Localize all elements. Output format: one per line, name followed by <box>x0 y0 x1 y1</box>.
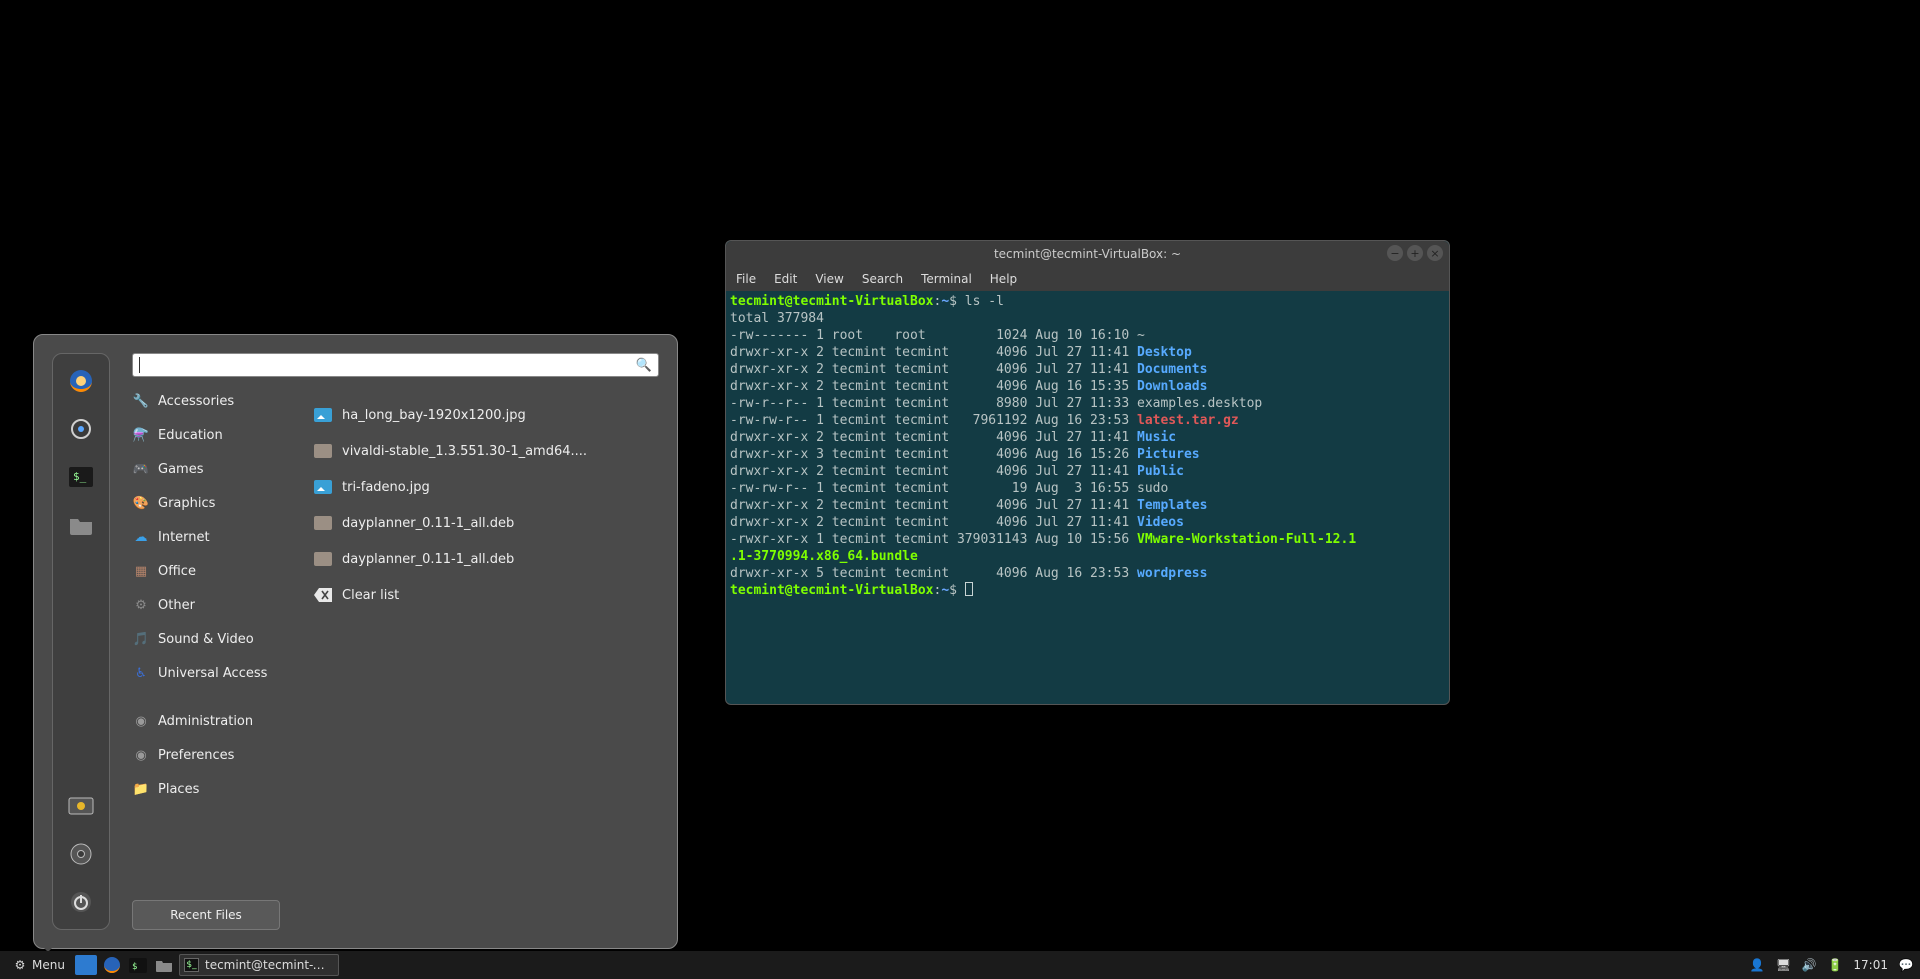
folder-icon <box>155 958 173 972</box>
category-education[interactable]: ⚗️Education <box>132 418 290 452</box>
category-icon: ◉ <box>132 746 150 764</box>
category-icon: 🔧 <box>132 392 150 410</box>
show-desktop-button[interactable] <box>75 954 97 976</box>
category-icon: ⚗️ <box>132 426 150 444</box>
search-icon: 🔍 <box>636 358 652 373</box>
menu-button-label: Menu <box>32 958 65 972</box>
notifications-icon[interactable]: 💬 <box>1898 957 1914 973</box>
category-universal-access[interactable]: ♿Universal Access <box>132 656 290 690</box>
menu-edit[interactable]: Edit <box>774 272 797 286</box>
svg-text:$_: $_ <box>73 470 87 483</box>
package-icon <box>314 444 332 458</box>
launcher-files[interactable] <box>153 954 175 976</box>
gear-icon: ⚙ <box>12 957 28 973</box>
recent-item[interactable]: ha_long_bay-1920x1200.jpg <box>314 397 659 433</box>
image-icon <box>314 408 332 422</box>
fav-terminal[interactable]: $_ <box>66 462 96 492</box>
category-internet[interactable]: ☁Internet <box>132 520 290 554</box>
terminal-icon: $_ <box>69 467 93 487</box>
category-preferences[interactable]: ◉Preferences <box>132 738 290 772</box>
category-icon: 🎮 <box>132 460 150 478</box>
category-administration[interactable]: ◉Administration <box>132 704 290 738</box>
folder-icon <box>69 515 93 535</box>
terminal-output[interactable]: tecmint@tecmint-VirtualBox:~$ ls -l tota… <box>726 291 1449 704</box>
menu-help[interactable]: Help <box>990 272 1017 286</box>
recent-item[interactable]: tri-fadeno.jpg <box>314 469 659 505</box>
fav-power[interactable] <box>66 887 96 917</box>
app-menu: $_ All Applications 🔧Accessories⚗️E <box>33 334 678 949</box>
menu-view[interactable]: View <box>815 272 843 286</box>
category-icon: 🎵 <box>132 630 150 648</box>
fav-firefox[interactable] <box>66 366 96 396</box>
image-icon <box>314 480 332 494</box>
firefox-icon <box>103 956 121 974</box>
clock[interactable]: 17:01 <box>1853 958 1888 972</box>
category-icon: ▦ <box>132 562 150 580</box>
menu-button[interactable]: ⚙ Menu <box>6 954 71 976</box>
minimize-icon[interactable]: − <box>1387 245 1403 261</box>
category-icon: ☁ <box>132 528 150 546</box>
taskbar-task-terminal[interactable]: $_ tecmint@tecmint-Vir... <box>179 954 339 976</box>
terminal-titlebar[interactable]: tecmint@tecmint-VirtualBox: ~ − + × <box>726 241 1449 267</box>
launcher-firefox[interactable] <box>101 954 123 976</box>
svg-text:$: $ <box>132 962 137 972</box>
recent-files-label: Recent Files <box>170 908 242 922</box>
display-icon[interactable]: 🖥 <box>1775 957 1791 973</box>
backspace-icon <box>314 588 332 602</box>
terminal-icon: $_ <box>184 958 199 972</box>
recent-files-button[interactable]: Recent Files <box>132 900 280 930</box>
terminal-menubar: File Edit View Search Terminal Help <box>726 267 1449 291</box>
category-icon: ⚙ <box>132 596 150 614</box>
lock-icon <box>68 795 94 817</box>
menu-search[interactable]: Search <box>862 272 903 286</box>
fav-lockscreen[interactable] <box>66 791 96 821</box>
category-graphics[interactable]: 🎨Graphics <box>132 486 290 520</box>
terminal-icon: $ <box>129 958 147 973</box>
search-input[interactable]: 🔍 <box>132 353 659 377</box>
terminal-window[interactable]: tecmint@tecmint-VirtualBox: ~ − + × File… <box>725 240 1450 705</box>
volume-icon[interactable]: 🔊 <box>1801 957 1817 973</box>
package-icon <box>314 552 332 566</box>
category-icon: ♿ <box>132 664 150 682</box>
recent-item[interactable]: dayplanner_0.11-1_all.deb <box>314 541 659 577</box>
maximize-icon[interactable]: + <box>1407 245 1423 261</box>
favorites-bar: $_ <box>52 353 110 930</box>
menu-recent-pane: 🔍 ha_long_bay-1920x1200.jpgvivaldi-stabl… <box>290 353 659 930</box>
taskbar: ⚙ Menu $ $_ tecmint@tecmint-Vir... 👤 🖥 🔊… <box>0 951 1920 979</box>
clear-list-button[interactable]: Clear list <box>314 577 659 613</box>
category-other[interactable]: ⚙Other <box>132 588 290 622</box>
gear-icon <box>70 418 92 440</box>
category-accessories[interactable]: 🔧Accessories <box>132 384 290 418</box>
package-icon <box>314 516 332 530</box>
category-games[interactable]: 🎮Games <box>132 452 290 486</box>
fav-files[interactable] <box>66 510 96 540</box>
system-tray: 👤 🖥 🔊 🔋 17:01 💬 <box>1749 957 1914 973</box>
recent-item[interactable]: dayplanner_0.11-1_all.deb <box>314 505 659 541</box>
recent-item[interactable]: vivaldi-stable_1.3.551.30-1_amd64.... <box>314 433 659 469</box>
battery-icon[interactable]: 🔋 <box>1827 957 1843 973</box>
fav-logout[interactable] <box>66 839 96 869</box>
category-icon: 📁 <box>132 780 150 798</box>
fav-settings[interactable] <box>66 414 96 444</box>
clear-list-label: Clear list <box>342 588 399 603</box>
menu-file[interactable]: File <box>736 272 756 286</box>
power-icon <box>70 891 92 913</box>
menu-terminal[interactable]: Terminal <box>921 272 972 286</box>
user-icon[interactable]: 👤 <box>1749 957 1765 973</box>
menu-categories: All Applications 🔧Accessories⚗️Education… <box>110 353 290 930</box>
logout-icon <box>70 843 92 865</box>
category-icon: ◉ <box>132 712 150 730</box>
category-office[interactable]: ▦Office <box>132 554 290 588</box>
launcher-terminal[interactable]: $ <box>127 954 149 976</box>
firefox-icon <box>68 368 94 394</box>
close-icon[interactable]: × <box>1427 245 1443 261</box>
taskbar-task-label: tecmint@tecmint-Vir... <box>205 958 330 972</box>
category-places[interactable]: 📁Places <box>132 772 290 806</box>
category-sound-video[interactable]: 🎵Sound & Video <box>132 622 290 656</box>
category-icon: 🎨 <box>132 494 150 512</box>
terminal-title: tecmint@tecmint-VirtualBox: ~ <box>726 247 1449 261</box>
